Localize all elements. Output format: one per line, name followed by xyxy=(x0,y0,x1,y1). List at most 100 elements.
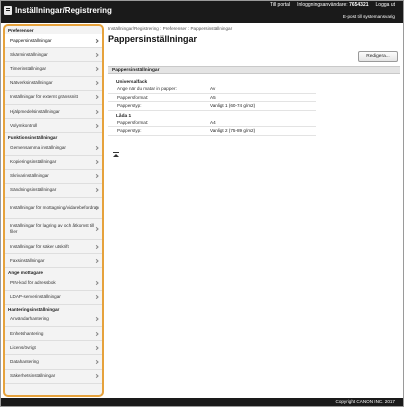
sidebar-item-label: PIN-kod för adressbok xyxy=(10,280,56,286)
sidebar-item-label: Inställningar för lagring av och åtkomst… xyxy=(10,223,95,235)
sidebar-item-paper-settings[interactable]: Pappersinställningar xyxy=(5,34,102,49)
sidebar-section-destinations: Ange mottagare xyxy=(8,270,43,276)
chevron-right-icon xyxy=(94,81,99,86)
chevron-right-icon xyxy=(94,345,99,350)
sidebar-item-store-access-files[interactable]: Inställningar för lagring av och åtkomst… xyxy=(5,219,102,241)
portal-link[interactable]: Till portal xyxy=(270,2,290,8)
back-to-top-icon[interactable] xyxy=(113,152,119,158)
sidebar-item-accessibility[interactable]: Hjälpmedelsinställningar xyxy=(5,104,102,120)
sidebar-item-label: Datahantering xyxy=(10,358,39,364)
page-title: Pappersinställningar xyxy=(108,34,198,44)
sidebar-section-preferences: Preferenser xyxy=(8,28,34,33)
chevron-right-icon xyxy=(94,280,99,286)
sidebar-item-timer-settings[interactable]: Timerinställningar xyxy=(5,62,102,77)
top-links: Till portal Inloggningsanvändare: 765432… xyxy=(270,2,395,8)
group-title-drawer-1: Låda 1 xyxy=(116,113,132,119)
sidebar-item-label: Inställningar för säker utskrift xyxy=(10,243,69,249)
setting-row: Ange när du matar in papper: Av xyxy=(108,85,316,94)
setting-key: Papperstyp: xyxy=(117,103,142,109)
sidebar-item-label: Pappersinställningar xyxy=(10,37,52,43)
breadcrumb: Inställningar/Registrering : Preferenser… xyxy=(108,26,233,31)
setting-value: A5 xyxy=(210,94,216,100)
login-user-info: Inloggningsanvändare: 7654321 xyxy=(297,2,368,8)
login-user-name: 7654321 xyxy=(349,2,369,8)
chevron-right-icon xyxy=(94,317,99,322)
sidebar-item-display-settings[interactable]: Skärminställningar xyxy=(5,48,102,63)
footer: Copyright CANON INC. 2017 xyxy=(1,398,403,406)
setting-key: Pappersformat: xyxy=(117,94,149,100)
sidebar-item-label: Kopieringsinställningar xyxy=(10,159,57,165)
main-content: Inställningar/Registrering : Preferenser… xyxy=(108,26,400,396)
chevron-right-icon xyxy=(94,174,99,179)
sidebar-item-device-management[interactable]: Enhetshantering xyxy=(5,327,102,342)
sidebar-item-label: Timerinställningar xyxy=(10,65,47,71)
sidebar-item-label: LDAP-serverinställningar xyxy=(10,294,61,300)
sidebar-item-label: Faxsinställningar xyxy=(10,257,45,263)
logout-link[interactable]: Logga ut xyxy=(376,2,395,8)
setting-key: Ange när du matar in papper: xyxy=(117,86,177,92)
sidebar-item-fax-settings[interactable]: Faxsinställningar xyxy=(5,254,102,269)
sidebar-item-send-settings[interactable]: Sändningsinställningar xyxy=(5,183,102,199)
sidebar-section-function-settings: Funktionsinställningar xyxy=(8,135,58,141)
sidebar-item-label: Enhetshantering xyxy=(10,330,44,336)
settings-panel: Pappersinställningar Universalfack Ange … xyxy=(108,66,400,174)
panel-title: Pappersinställningar xyxy=(108,66,400,74)
sidebar-item-label: Licens/övrigt xyxy=(10,344,36,350)
sidebar: Preferenser Pappersinställningar Skärmin… xyxy=(3,24,104,397)
sidebar-item-label: Skrivarinställningar xyxy=(10,173,49,179)
copyright-text: Copyright CANON INC. 2017 xyxy=(335,399,396,404)
settings-app-icon xyxy=(4,6,12,15)
sidebar-item-network-settings[interactable]: Nätverksinställningar xyxy=(5,76,102,91)
sidebar-item-security-settings[interactable]: Säkerhetsinställningar xyxy=(5,369,102,384)
sidebar-item-receive-forward[interactable]: Inställningar för mottagning/vidarebefor… xyxy=(5,198,102,220)
setting-row: Papperstyp: Vanligt 2 (75-89 g/m2) xyxy=(108,127,316,136)
sidebar-item-user-management[interactable]: Användarhantering xyxy=(5,312,102,327)
edit-button[interactable]: Redigera... xyxy=(358,51,398,62)
chevron-right-icon xyxy=(94,295,99,300)
login-user-label: Inloggningsanvändare: xyxy=(297,2,348,8)
setting-row: Pappersformat: A5 xyxy=(108,94,316,102)
sidebar-item-common-settings[interactable]: Gemensamma inställningar xyxy=(5,141,102,156)
setting-key: Pappersformat: xyxy=(117,119,149,125)
sidebar-item-external-interface[interactable]: Inställningar för externt gränssnitt xyxy=(5,90,102,105)
setting-row: Papperstyp: Vanligt 1 (60-74 g/m2) xyxy=(108,102,316,111)
setting-value: Vanligt 2 (75-89 g/m2) xyxy=(210,128,256,134)
sidebar-item-label: Skärminställningar xyxy=(10,51,48,57)
chevron-right-icon xyxy=(94,359,99,365)
sidebar-item-label: Sändningsinställningar xyxy=(10,187,57,193)
sidebar-item-volume-control[interactable]: Volymkontroll xyxy=(5,119,102,134)
sidebar-item-secure-print[interactable]: Inställningar för säker utskrift xyxy=(5,240,102,255)
sidebar-item-copy-settings[interactable]: Kopieringsinställningar xyxy=(5,155,102,170)
top-bar: Inställningar/Registrering Till portal I… xyxy=(1,1,403,23)
setting-value: Vanligt 1 (60-74 g/m2) xyxy=(210,103,256,109)
app-title: Inställningar/Registrering xyxy=(15,6,112,15)
group-title-multipurpose-tray: Universalfack xyxy=(116,80,148,85)
chevron-right-icon xyxy=(94,331,99,336)
sidebar-item-data-management[interactable]: Datahantering xyxy=(5,355,102,370)
sidebar-item-license-other[interactable]: Licens/övrigt xyxy=(5,341,102,356)
admin-mail-link[interactable]: E-post till systemansvarig xyxy=(343,14,395,19)
chevron-right-icon xyxy=(94,188,99,193)
sidebar-item-printer-settings[interactable]: Skrivarinställningar xyxy=(5,169,102,184)
sidebar-item-label: Volymkontroll xyxy=(10,122,38,128)
chevron-right-icon xyxy=(94,258,99,263)
sidebar-item-label: Inställningar för externt gränssnitt xyxy=(10,94,78,100)
setting-row: Pappersformat: A4 xyxy=(108,119,316,127)
sidebar-item-label: Säkerhetsinställningar xyxy=(10,373,56,379)
sidebar-item-label: Användarhantering xyxy=(10,316,49,322)
setting-value: Av xyxy=(210,86,216,92)
chevron-right-icon xyxy=(94,52,99,57)
chevron-right-icon xyxy=(94,123,99,128)
sidebar-item-ldap-settings[interactable]: LDAP-serverinställningar xyxy=(5,290,102,305)
setting-key: Papperstyp: xyxy=(117,128,142,134)
chevron-right-icon xyxy=(94,66,99,72)
chevron-right-icon xyxy=(94,374,99,379)
sidebar-item-label: Nätverksinställningar xyxy=(10,80,53,86)
sidebar-item-label: Gemensamma inställningar xyxy=(10,144,66,150)
sidebar-item-label: Inställningar för mottagning/vidarebefor… xyxy=(10,205,99,211)
setting-value: A4 xyxy=(210,119,216,125)
sidebar-item-address-book-pin[interactable]: PIN-kod för adressbok xyxy=(5,276,102,291)
sidebar-item-label: Hjälpmedelsinställningar xyxy=(10,108,60,114)
chevron-right-icon xyxy=(94,159,99,165)
chevron-right-icon xyxy=(94,109,99,114)
